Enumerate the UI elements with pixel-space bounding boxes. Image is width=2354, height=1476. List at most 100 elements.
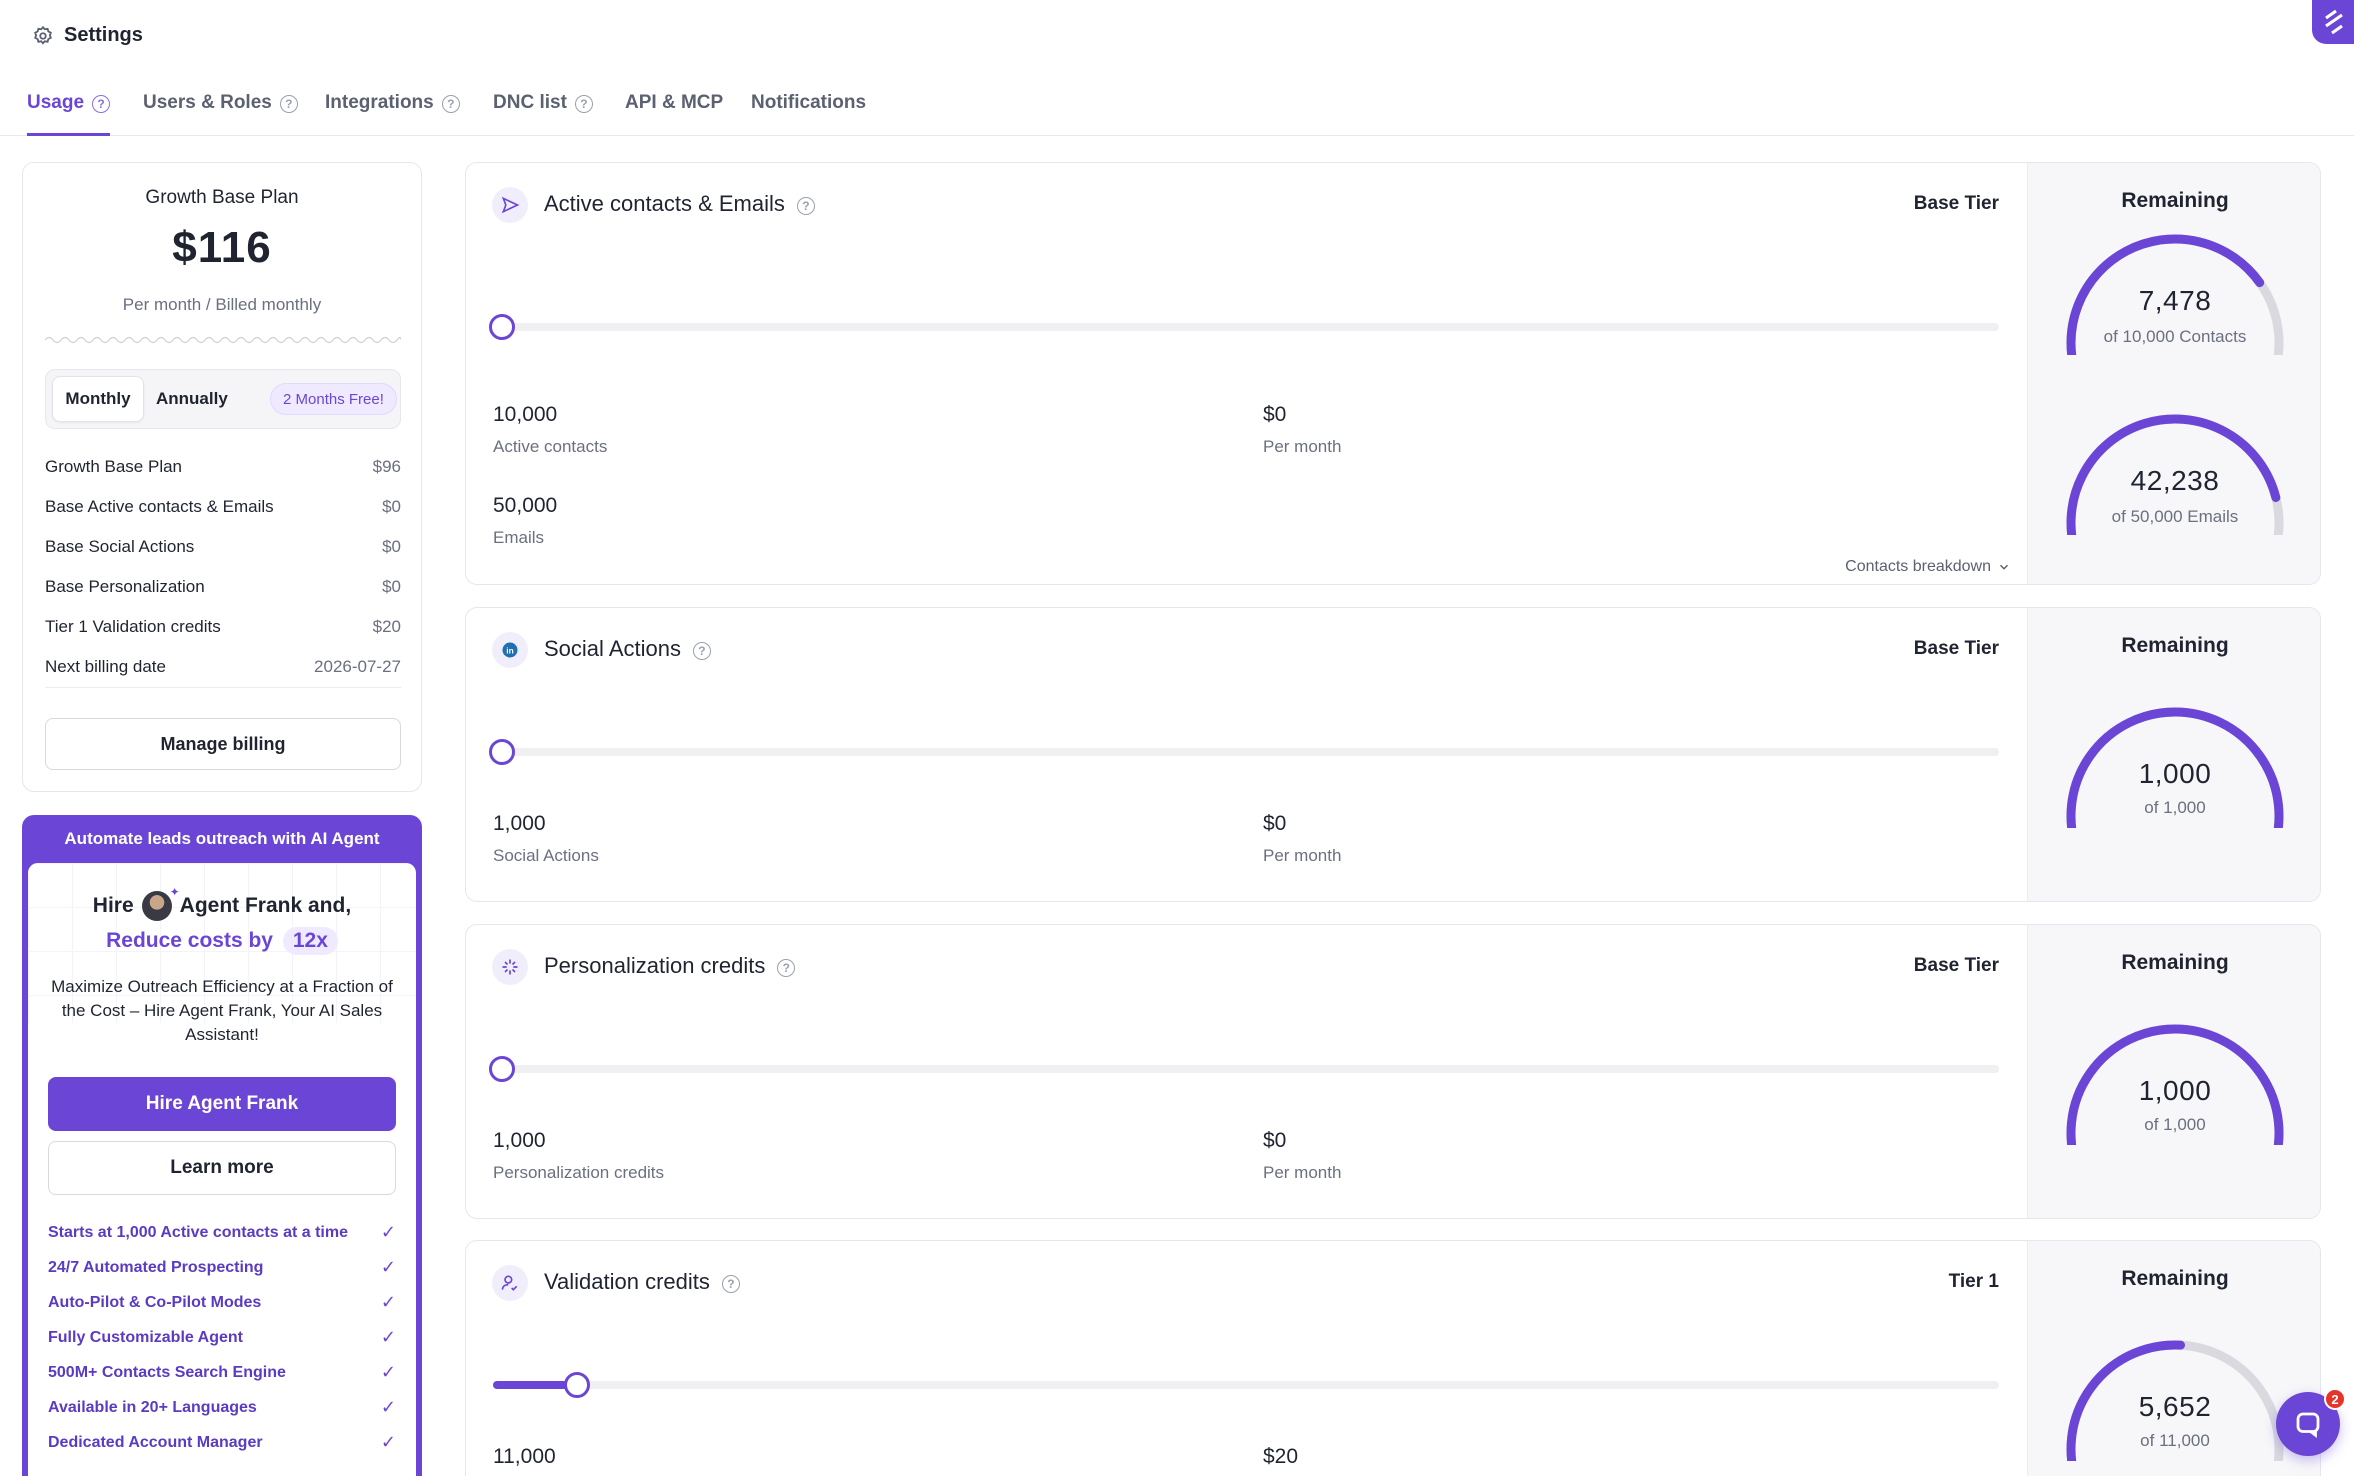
wavy-divider — [45, 336, 401, 344]
contacts-slider[interactable] — [489, 314, 1999, 340]
social-slider[interactable] — [489, 739, 1999, 765]
card-title-text: Social Actions — [544, 636, 681, 661]
remaining-panel: Remaining 7,478 of 10,000 Contacts 42,23… — [2027, 163, 2320, 584]
price-stat: $0 Per month — [1263, 403, 1341, 457]
gauge-value: 7,478 — [2138, 285, 2212, 316]
plan-card: Growth Base Plan $116 Per month / Billed… — [22, 162, 422, 792]
gauge-subtitle: of 10,000 Contacts — [2103, 327, 2247, 346]
tier-label: Base Tier — [1913, 955, 1999, 976]
price-stat: $20 — [1263, 1445, 1298, 1469]
stat-label: Per month — [1263, 846, 1342, 865]
card-title: Active contacts & Emails ? — [544, 191, 815, 217]
ai-agent-promo: Automate leads outreach with AI Agent Hi… — [22, 815, 422, 1476]
stat-value: 1,000 — [493, 1129, 546, 1152]
line-value: $0 — [382, 577, 401, 596]
card-main: in Social Actions ? Base Tier 1,000 Soci… — [466, 608, 2027, 901]
slider-thumb[interactable] — [489, 1056, 515, 1082]
reduce-text: Reduce costs by — [106, 929, 273, 952]
plan-line-items: Growth Base Plan $96 Base Active contacts… — [45, 447, 401, 687]
tab-label: API & MCP — [625, 92, 724, 113]
card-title-text: Active contacts & Emails — [544, 191, 785, 216]
tab-label: Usage — [27, 92, 85, 113]
contacts-breakdown-toggle[interactable]: Contacts breakdown — [1845, 558, 2011, 576]
feature-label: Available in 20+ Languages — [48, 1398, 257, 1416]
gauge-value: 1,000 — [2138, 758, 2212, 789]
line-item: Next billing date 2026-07-27 — [45, 647, 401, 687]
gauge-subtitle: of 50,000 Emails — [2111, 507, 2239, 526]
gauge-value: 1,000 — [2138, 1075, 2212, 1106]
help-icon[interactable]: ? — [441, 95, 460, 113]
tab-api-mcp[interactable]: API & MCP — [625, 92, 723, 136]
chevron-down-icon — [1999, 564, 2009, 570]
price-stat: $0 Per month — [1263, 812, 1341, 866]
help-icon[interactable]: ? — [92, 95, 111, 113]
agent-avatar — [141, 885, 180, 921]
top-bar: Settings — [0, 0, 2354, 72]
hire-agent-button[interactable]: Hire Agent Frank — [48, 1077, 396, 1131]
help-icon[interactable]: ? — [796, 196, 815, 215]
tab-users-roles[interactable]: Users & Roles ? — [143, 92, 298, 136]
user-check-icon — [492, 1265, 528, 1301]
tab-label: Users & Roles — [143, 92, 272, 113]
help-icon[interactable]: ? — [279, 95, 298, 113]
divider — [45, 687, 401, 688]
personalization-stat: 1,000 Personalization credits — [493, 1129, 664, 1183]
slider-thumb[interactable] — [564, 1372, 591, 1398]
tab-label: Integrations — [325, 92, 434, 113]
line-label: Base Personalization — [45, 577, 205, 596]
stat-label: Personalization credits — [493, 1163, 665, 1182]
check-icon: ✓ — [380, 1257, 396, 1277]
feature-label: 24/7 Automated Prospecting — [48, 1258, 264, 1276]
feature-item: Auto-Pilot & Co-Pilot Modes ✓ — [48, 1285, 396, 1320]
chat-unread-badge: 2 — [2324, 1388, 2346, 1410]
tier-label: Base Tier — [1913, 193, 1999, 214]
remaining-panel: Remaining 1,000 of 1,000 — [2027, 608, 2320, 901]
tab-notifications[interactable]: Notifications — [751, 92, 866, 136]
check-icon: ✓ — [380, 1222, 396, 1242]
gear-icon — [34, 25, 52, 45]
check-icon: ✓ — [380, 1292, 396, 1312]
slider-thumb[interactable] — [489, 739, 515, 765]
remaining-title: Remaining — [2121, 951, 2229, 974]
check-icon: ✓ — [380, 1327, 396, 1347]
line-item: Growth Base Plan $96 — [45, 447, 401, 487]
breakdown-label: Contacts breakdown — [1845, 558, 1991, 575]
tab-integrations[interactable]: Integrations ? — [325, 92, 460, 136]
active-contacts-stat: 10,000 Active contacts — [493, 403, 607, 457]
help-icon[interactable]: ? — [692, 641, 711, 660]
help-icon[interactable]: ? — [574, 95, 593, 113]
tab-usage[interactable]: Usage ? — [27, 92, 111, 136]
svg-text:in: in — [506, 645, 513, 655]
price-stat: $0 Per month — [1263, 1129, 1341, 1183]
feature-item: 500M+ Contacts Search Engine ✓ — [48, 1355, 396, 1390]
manage-billing-button[interactable]: Manage billing — [45, 718, 401, 770]
slider-thumb[interactable] — [489, 314, 515, 340]
learn-more-button[interactable]: Learn more — [48, 1141, 396, 1195]
card-title-text: Personalization credits — [544, 953, 766, 978]
months-free-badge: 2 Months Free! — [270, 383, 397, 415]
app-logo-button[interactable] — [2312, 0, 2354, 44]
gauge-subtitle: of 1,000 — [2144, 1115, 2206, 1134]
feature-list: Starts at 1,000 Active contacts at a tim… — [48, 1215, 396, 1460]
validation-stat: 11,000 — [493, 1445, 556, 1469]
line-label: Base Social Actions — [45, 537, 195, 556]
feature-label: Auto-Pilot & Co-Pilot Modes — [48, 1293, 262, 1311]
hire-prefix: Hire — [92, 894, 134, 917]
stat-value: 1,000 — [493, 812, 546, 835]
personalization-slider[interactable] — [489, 1056, 1999, 1082]
help-icon[interactable]: ? — [777, 958, 796, 977]
promo-body: Hire Agent Frank and, Reduce costs by 12… — [28, 863, 416, 1476]
line-label: Tier 1 Validation credits — [45, 617, 221, 636]
validation-slider[interactable] — [493, 1372, 1999, 1398]
stat-value: $0 — [1263, 403, 1287, 426]
check-icon: ✓ — [380, 1397, 396, 1417]
line-value: $96 — [372, 457, 401, 476]
monthly-option[interactable]: Monthly — [52, 376, 144, 422]
linkedin-icon: in — [492, 632, 528, 668]
social-actions-stat: 1,000 Social Actions — [493, 812, 599, 866]
feature-item: Starts at 1,000 Active contacts at a tim… — [48, 1215, 396, 1250]
tab-dnc-list[interactable]: DNC list ? — [493, 92, 593, 136]
card-main: Personalization credits ? Base Tier 1,00… — [466, 925, 2027, 1218]
annually-option[interactable]: Annually — [156, 376, 228, 422]
help-icon[interactable]: ? — [721, 1274, 740, 1293]
